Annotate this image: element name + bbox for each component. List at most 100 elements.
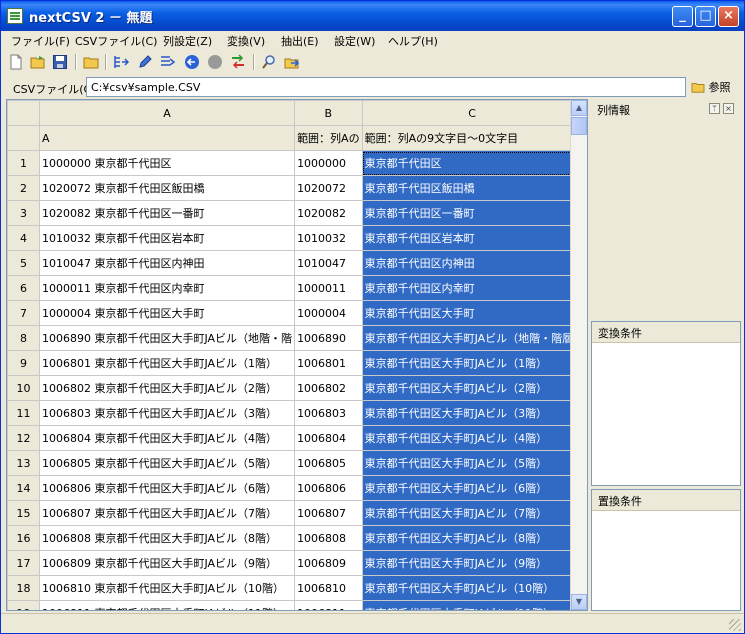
cell-c[interactable]: 東京都千代田区大手町JAビル（1階） [361,350,583,376]
row-number[interactable]: 8 [7,325,40,351]
cell-c[interactable]: 東京都千代田区大手町JAビル（3階） [361,400,583,426]
row-number[interactable]: 13 [7,450,40,476]
menu-help[interactable]: ヘルプ(H) [388,33,438,49]
new-file-icon[interactable] [8,54,24,70]
cell-a[interactable]: 1000004 東京都千代田区大手町 [38,300,296,326]
cell-c[interactable]: 東京都千代田区大手町JAビル（11階） [361,600,583,610]
edit-pencil-icon[interactable] [137,54,153,70]
folder-icon[interactable] [83,54,99,70]
save-icon[interactable] [52,54,68,70]
column-arrow-icon[interactable] [160,54,176,70]
data-grid[interactable]: A B C A 範囲：列Aの 範囲：列Aの9文字目～0文字目 1 1000000 … [6,99,588,611]
cell-a[interactable]: 1006804 東京都千代田区大手町JAビル（4階） [38,425,296,451]
cell-c[interactable]: 東京都千代田区岩本町 [361,225,583,251]
cell-b[interactable]: 1000000 [294,150,363,176]
cell-a[interactable]: 1020082 東京都千代田区一番町 [38,200,296,226]
cell-a[interactable]: 1006803 東京都千代田区大手町JAビル（3階） [38,400,296,426]
vertical-scrollbar[interactable]: ▲ ▼ [570,100,587,610]
row-number[interactable]: 19 [7,600,40,610]
cell-c[interactable]: 東京都千代田区内神田 [361,250,583,276]
cell-a[interactable]: 1006811 東京都千代田区大手町JAビル（11階） [38,600,296,610]
cell-a[interactable]: 1006807 東京都千代田区大手町JAビル（7階） [38,500,296,526]
row-number[interactable]: 1 [7,150,40,176]
cell-c[interactable]: 東京都千代田区大手町JAビル（6階） [361,475,583,501]
cell-a[interactable]: 1000011 東京都千代田区内幸町 [38,275,296,301]
cell-c[interactable]: 東京都千代田区一番町 [361,200,583,226]
menu-extract[interactable]: 抽出(E) [281,33,319,49]
row-number[interactable]: 7 [7,300,40,326]
scroll-down-icon[interactable]: ▼ [571,594,587,610]
cell-a[interactable]: 1010047 東京都千代田区内神田 [38,250,296,276]
maximize-button[interactable]: □ [695,6,716,27]
export-icon[interactable] [284,54,300,70]
cell-c[interactable]: 東京都千代田区飯田橋 [361,175,583,201]
row-number[interactable]: 17 [7,550,40,576]
column-header-c[interactable]: C [361,100,583,126]
pin-icon[interactable]: ᛘ [709,103,720,114]
back-arrow-icon[interactable] [184,54,200,70]
cell-c[interactable]: 東京都千代田区大手町JAビル（7階） [361,500,583,526]
cell-b[interactable]: 1006890 [294,325,363,351]
cell-a[interactable]: 1006801 東京都千代田区大手町JAビル（1階） [38,350,296,376]
cell-c[interactable]: 東京都千代田区大手町JAビル（10階） [361,575,583,601]
cell-c[interactable]: 東京都千代田区大手町JAビル（5階） [361,450,583,476]
scroll-up-icon[interactable]: ▲ [571,100,587,116]
cell-b[interactable]: 1020072 [294,175,363,201]
menu-convert[interactable]: 変換(V) [227,33,265,49]
browse-button[interactable]: 参照 [691,79,731,95]
row-number[interactable]: 5 [7,250,40,276]
cell-b[interactable]: 1006810 [294,575,363,601]
row-number[interactable]: 9 [7,350,40,376]
row-number[interactable]: 14 [7,475,40,501]
cell-b[interactable]: 1006808 [294,525,363,551]
cell-a[interactable]: 1006808 東京都千代田区大手町JAビル（8階） [38,525,296,551]
cell-c[interactable]: 東京都千代田区大手町JAビル（地階・階層 [361,325,583,351]
cell-a[interactable]: 1006802 東京都千代田区大手町JAビル（2階） [38,375,296,401]
cell-b[interactable]: 1006804 [294,425,363,451]
cell-c[interactable]: 東京都千代田区大手町JAビル（4階） [361,425,583,451]
row-number[interactable]: 4 [7,225,40,251]
column-name-c[interactable]: 範囲：列Aの9文字目～0文字目 [361,125,583,151]
cell-c[interactable]: 東京都千代田区大手町 [361,300,583,326]
menu-file[interactable]: ファイル(F) [11,33,70,49]
row-number[interactable]: 2 [7,175,40,201]
cell-a[interactable]: 1000000 東京都千代田区 [38,150,296,176]
cell-a[interactable]: 1006890 東京都千代田区大手町JAビル（地階・階 [38,325,296,351]
cell-b[interactable]: 1006805 [294,450,363,476]
row-number[interactable]: 15 [7,500,40,526]
cell-b[interactable]: 1006809 [294,550,363,576]
cell-b[interactable]: 1006806 [294,475,363,501]
cell-b[interactable]: 1006807 [294,500,363,526]
close-panel-icon[interactable]: × [723,103,734,114]
cell-b[interactable]: 1006803 [294,400,363,426]
close-button[interactable]: × [718,6,739,27]
csv-path-input[interactable] [86,77,686,97]
cell-b[interactable]: 1006801 [294,350,363,376]
cell-c[interactable]: 東京都千代田区 [361,150,583,176]
menu-settings[interactable]: 設定(W) [334,33,375,49]
cell-a[interactable]: 1020072 東京都千代田区飯田橋 [38,175,296,201]
cell-c[interactable]: 東京都千代田区内幸町 [361,275,583,301]
cell-b[interactable]: 1010032 [294,225,363,251]
row-number[interactable]: 10 [7,375,40,401]
cell-a[interactable]: 1010032 東京都千代田区岩本町 [38,225,296,251]
row-number[interactable]: 6 [7,275,40,301]
open-folder-icon[interactable] [30,54,46,70]
corner-cell[interactable] [7,100,40,126]
cell-b[interactable]: 1010047 [294,250,363,276]
cell-c[interactable]: 東京都千代田区大手町JAビル（8階） [361,525,583,551]
cell-c[interactable]: 東京都千代田区大手町JAビル（2階） [361,375,583,401]
column-split-icon[interactable] [113,54,129,70]
row-number[interactable]: 3 [7,200,40,226]
cell-b[interactable]: 1006802 [294,375,363,401]
cell-b[interactable]: 1020082 [294,200,363,226]
cell-b[interactable]: 1000011 [294,275,363,301]
cell-a[interactable]: 1006805 東京都千代田区大手町JAビル（5階） [38,450,296,476]
cell-a[interactable]: 1006806 東京都千代田区大手町JAビル（6階） [38,475,296,501]
menu-csv-file[interactable]: CSVファイル(C) [75,33,157,49]
resize-grip[interactable] [729,619,741,631]
row-number[interactable]: 11 [7,400,40,426]
row-number[interactable]: 16 [7,525,40,551]
minimize-button[interactable]: _ [672,6,693,27]
title-bar[interactable]: nextCSV 2 － 無題 _ □ × [1,1,744,31]
